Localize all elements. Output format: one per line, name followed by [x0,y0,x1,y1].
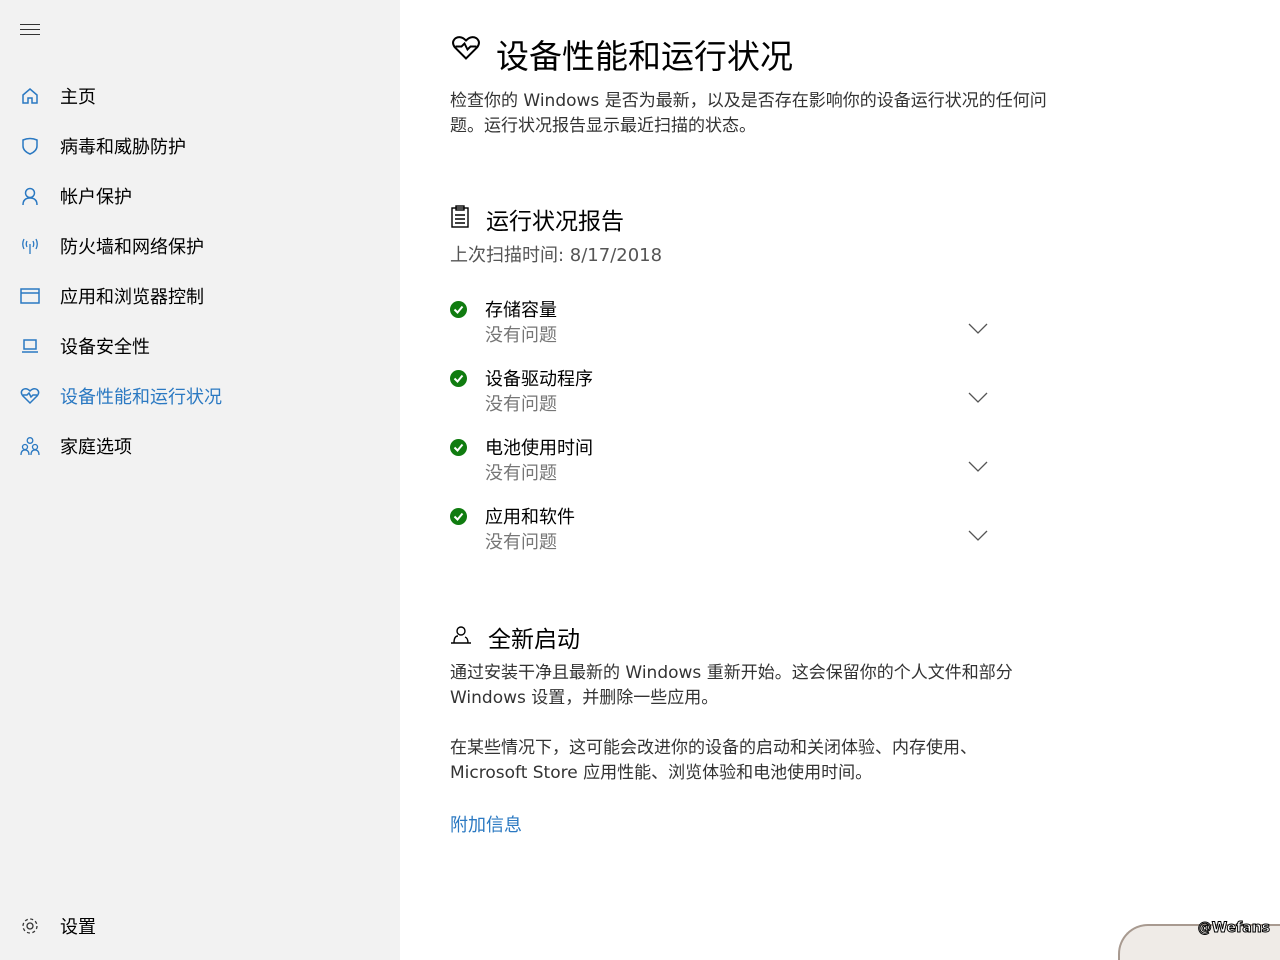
item-title: 设备驱动程序 [485,369,593,390]
health-item-storage: 存储容量 没有问题 [450,296,990,356]
sidebar-item-label: 主页 [60,87,96,108]
fresh-start-icon [450,624,472,650]
item-status: 没有问题 [485,325,557,346]
sidebar-item-label: 设备安全性 [60,337,150,358]
sidebar-item-device-performance[interactable]: 设备性能和运行状况 [0,371,400,421]
check-icon [450,370,467,387]
browser-window-icon [20,286,40,306]
page-description: 检查你的 Windows 是否为最新，以及是否存在影响你的设备运行状况的任何问题… [450,91,1047,136]
laptop-icon [20,336,40,356]
health-report-header: 运行状况报告 [450,202,624,236]
sidebar-item-settings[interactable]: 设置 [0,901,400,951]
nav-list: 主页 病毒和威胁防护 帐户保护 防火墙和网络保护 应用和浏览器控制 设备安全性 … [0,71,400,471]
hamburger-menu-icon[interactable] [20,24,40,38]
heart-pulse-icon [20,386,40,406]
fresh-start-header: 全新启动 [450,620,580,654]
home-icon [20,86,40,106]
fresh-start-description: 通过安装干净且最新的 Windows 重新开始。这会保留你的个人文件和部分 Wi… [450,663,1013,708]
item-status: 没有问题 [485,463,557,484]
sidebar-item-device-security[interactable]: 设备安全性 [0,321,400,371]
sidebar-item-virus-protection[interactable]: 病毒和威胁防护 [0,121,400,171]
check-icon [450,301,467,318]
sidebar-item-label: 病毒和威胁防护 [60,137,186,158]
sidebar-item-label: 家庭选项 [60,437,132,458]
item-status: 没有问题 [485,532,557,553]
item-status: 没有问题 [485,394,557,415]
section-title: 全新启动 [488,627,580,653]
section-title: 运行状况报告 [486,209,624,235]
heart-pulse-icon [450,33,482,67]
antenna-icon [20,236,40,256]
sidebar-item-firewall[interactable]: 防火墙和网络保护 [0,221,400,271]
last-scan-time: 上次扫描时间: 8/17/2018 [450,245,663,266]
gear-icon [20,916,40,936]
sidebar-item-label: 帐户保护 [60,187,132,208]
sidebar-item-account-protection[interactable]: 帐户保护 [0,171,400,221]
sidebar-item-label: 应用和浏览器控制 [60,287,204,308]
sidebar-item-app-browser-control[interactable]: 应用和浏览器控制 [0,271,400,321]
chevron-down-icon[interactable] [968,527,988,546]
page-title: 设备性能和运行状况 [496,37,793,76]
check-icon [450,508,467,525]
sidebar-item-label: 设置 [60,917,96,938]
sidebar: 主页 病毒和威胁防护 帐户保护 防火墙和网络保护 应用和浏览器控制 设备安全性 … [0,0,400,960]
check-icon [450,439,467,456]
chevron-down-icon[interactable] [968,320,988,339]
watermark: @Wefans [1118,920,1280,960]
item-title: 电池使用时间 [485,438,593,459]
health-item-battery: 电池使用时间 没有问题 [450,434,990,494]
additional-info-link[interactable]: 附加信息 [450,811,522,837]
sidebar-item-label: 设备性能和运行状况 [60,387,222,408]
health-item-apps: 应用和软件 没有问题 [450,503,990,563]
chevron-down-icon[interactable] [968,458,988,477]
item-title: 应用和软件 [485,507,575,528]
family-icon [20,436,40,456]
item-title: 存储容量 [485,300,557,321]
sidebar-item-home[interactable]: 主页 [0,71,400,121]
chevron-down-icon[interactable] [968,389,988,408]
fresh-start-benefits: 在某些情况下，这可能会改进你的设备的启动和关闭体验、内存使用、Microsoft… [450,738,977,783]
health-item-drivers: 设备驱动程序 没有问题 [450,365,990,425]
clipboard-icon [450,205,470,233]
sidebar-item-family-options[interactable]: 家庭选项 [0,421,400,471]
person-icon [20,186,40,206]
sidebar-item-label: 防火墙和网络保护 [60,237,204,258]
shield-icon [20,136,40,156]
